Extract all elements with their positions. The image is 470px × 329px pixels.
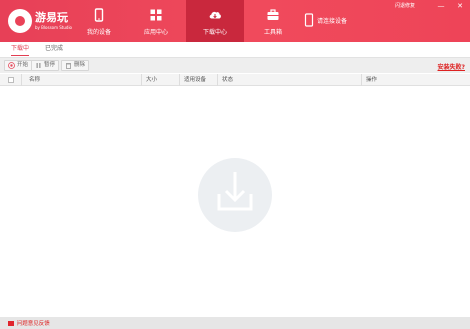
brand-title: 游易玩 <box>35 11 68 24</box>
chat-bubble-icon <box>8 321 14 326</box>
close-icon[interactable]: ✕ <box>455 1 465 11</box>
column-size[interactable]: 大小 <box>146 74 157 86</box>
column-divider <box>21 74 22 86</box>
grid-icon <box>150 9 162 21</box>
column-divider <box>361 74 362 86</box>
tab-downloading[interactable]: 下载中 <box>11 44 30 56</box>
nav-download-center[interactable]: 下载中心 <box>186 0 244 42</box>
pause-label: 暂停 <box>44 62 56 68</box>
play-circle-icon <box>8 62 15 69</box>
column-divider <box>179 74 180 86</box>
column-divider <box>141 74 142 86</box>
status-bar: 问题意见反馈 <box>0 317 470 329</box>
start-button[interactable]: 开始 <box>4 60 33 71</box>
feedback-label: 问题意见反馈 <box>16 321 50 327</box>
download-arrow-icon <box>217 172 253 211</box>
delete-label: 删除 <box>74 62 86 68</box>
connect-device-label: 请连接设备 <box>317 18 348 25</box>
column-name[interactable]: 名称 <box>29 74 40 86</box>
crash-fix-link[interactable]: 闪退修复 <box>395 2 415 9</box>
column-device[interactable]: 适用设备 <box>184 74 206 86</box>
nav-app-center[interactable]: 应用中心 <box>128 0 184 42</box>
brand-subtitle: by Blossom Studio <box>35 25 73 30</box>
phone-icon <box>304 13 314 27</box>
select-all-checkbox[interactable] <box>8 77 14 83</box>
column-status[interactable]: 状态 <box>222 74 233 86</box>
app-logo: 游易玩 by Blossom Studio <box>8 7 73 37</box>
empty-download-placeholder <box>198 158 272 232</box>
toolbox-icon <box>267 9 279 20</box>
delete-button[interactable]: 删除 <box>61 60 90 71</box>
pause-button[interactable]: 暂停 <box>31 60 60 71</box>
column-divider <box>217 74 218 86</box>
title-bar: 游易玩 by Blossom Studio 我的设备 应用中心 下载中心 工具箱… <box>0 0 470 42</box>
feedback-link[interactable]: 问题意见反馈 <box>8 319 50 327</box>
nav-label: 应用中心 <box>143 29 168 36</box>
nav-my-devices[interactable]: 我的设备 <box>71 0 127 42</box>
nav-label: 我的设备 <box>86 29 111 36</box>
pause-icon <box>36 63 41 68</box>
table-header: 名称 大小 适用设备 状态 操作 <box>0 74 470 86</box>
cloud-download-icon <box>209 11 221 19</box>
column-actions[interactable]: 操作 <box>366 74 377 86</box>
nav-label: 下载中心 <box>202 29 227 36</box>
toolbar: 开始 暂停 删除 安装失败? <box>0 57 470 73</box>
install-failed-link[interactable]: 安装失败? <box>438 62 465 71</box>
download-tabs: 下载中 已完成 <box>0 42 470 56</box>
minimize-icon[interactable]: — <box>436 1 446 11</box>
phone-icon <box>94 8 104 22</box>
start-label: 开始 <box>17 62 29 68</box>
nav-toolbox[interactable]: 工具箱 <box>245 0 301 42</box>
logo-mark-icon <box>8 9 32 33</box>
trash-icon <box>66 63 71 69</box>
nav-label: 工具箱 <box>263 29 282 36</box>
tab-completed[interactable]: 已完成 <box>45 44 63 56</box>
